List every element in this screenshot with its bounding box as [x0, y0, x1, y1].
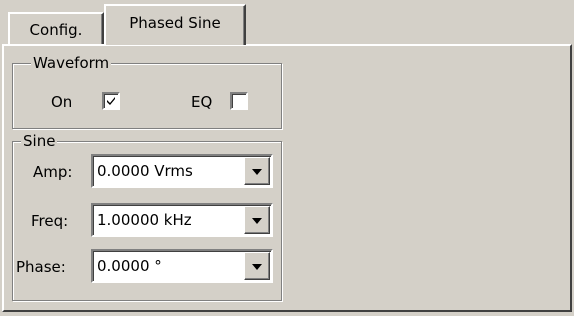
chevron-down-icon	[252, 264, 262, 270]
freq-dropdown-button[interactable]	[244, 206, 270, 234]
freq-label: Freq:	[31, 212, 69, 230]
waveform-group-title: Waveform	[31, 54, 112, 72]
chevron-down-icon	[252, 218, 262, 224]
phase-dropdown-button[interactable]	[244, 252, 270, 280]
amp-dropdown-button[interactable]	[244, 157, 270, 185]
waveform-group: Waveform On EQ	[12, 54, 282, 129]
phased-sine-panel: Config. Phased Sine Waveform On EQ Sine …	[0, 0, 574, 316]
freq-value: 1.00000 kHz	[97, 211, 192, 229]
sine-group: Sine Amp: 0.0000 Vrms Freq: 1.00000 kHz …	[12, 132, 282, 301]
tab-config-label: Config.	[29, 21, 83, 39]
tab-strip: Config. Phased Sine	[0, 0, 574, 45]
sine-group-title: Sine	[21, 132, 58, 150]
on-checkbox[interactable]	[102, 92, 120, 110]
tab-phased-sine[interactable]: Phased Sine	[104, 4, 246, 45]
tab-page: Waveform On EQ Sine Amp: 0.0000 Vrms Fre…	[2, 44, 572, 312]
chevron-down-icon	[252, 169, 262, 175]
amp-label: Amp:	[33, 163, 73, 181]
eq-label: EQ	[191, 93, 213, 111]
freq-dropdown[interactable]: 1.00000 kHz	[91, 203, 273, 237]
on-label: On	[51, 93, 73, 111]
amp-dropdown[interactable]: 0.0000 Vrms	[91, 154, 273, 188]
check-icon	[107, 97, 115, 105]
tab-phased-sine-label: Phased Sine	[129, 13, 221, 32]
phase-dropdown[interactable]: 0.0000 °	[91, 249, 273, 283]
tab-config[interactable]: Config.	[8, 12, 104, 44]
amp-value: 0.0000 Vrms	[97, 162, 193, 180]
eq-checkbox[interactable]	[230, 92, 248, 110]
phase-value: 0.0000 °	[97, 257, 162, 275]
phase-label: Phase:	[16, 258, 66, 276]
